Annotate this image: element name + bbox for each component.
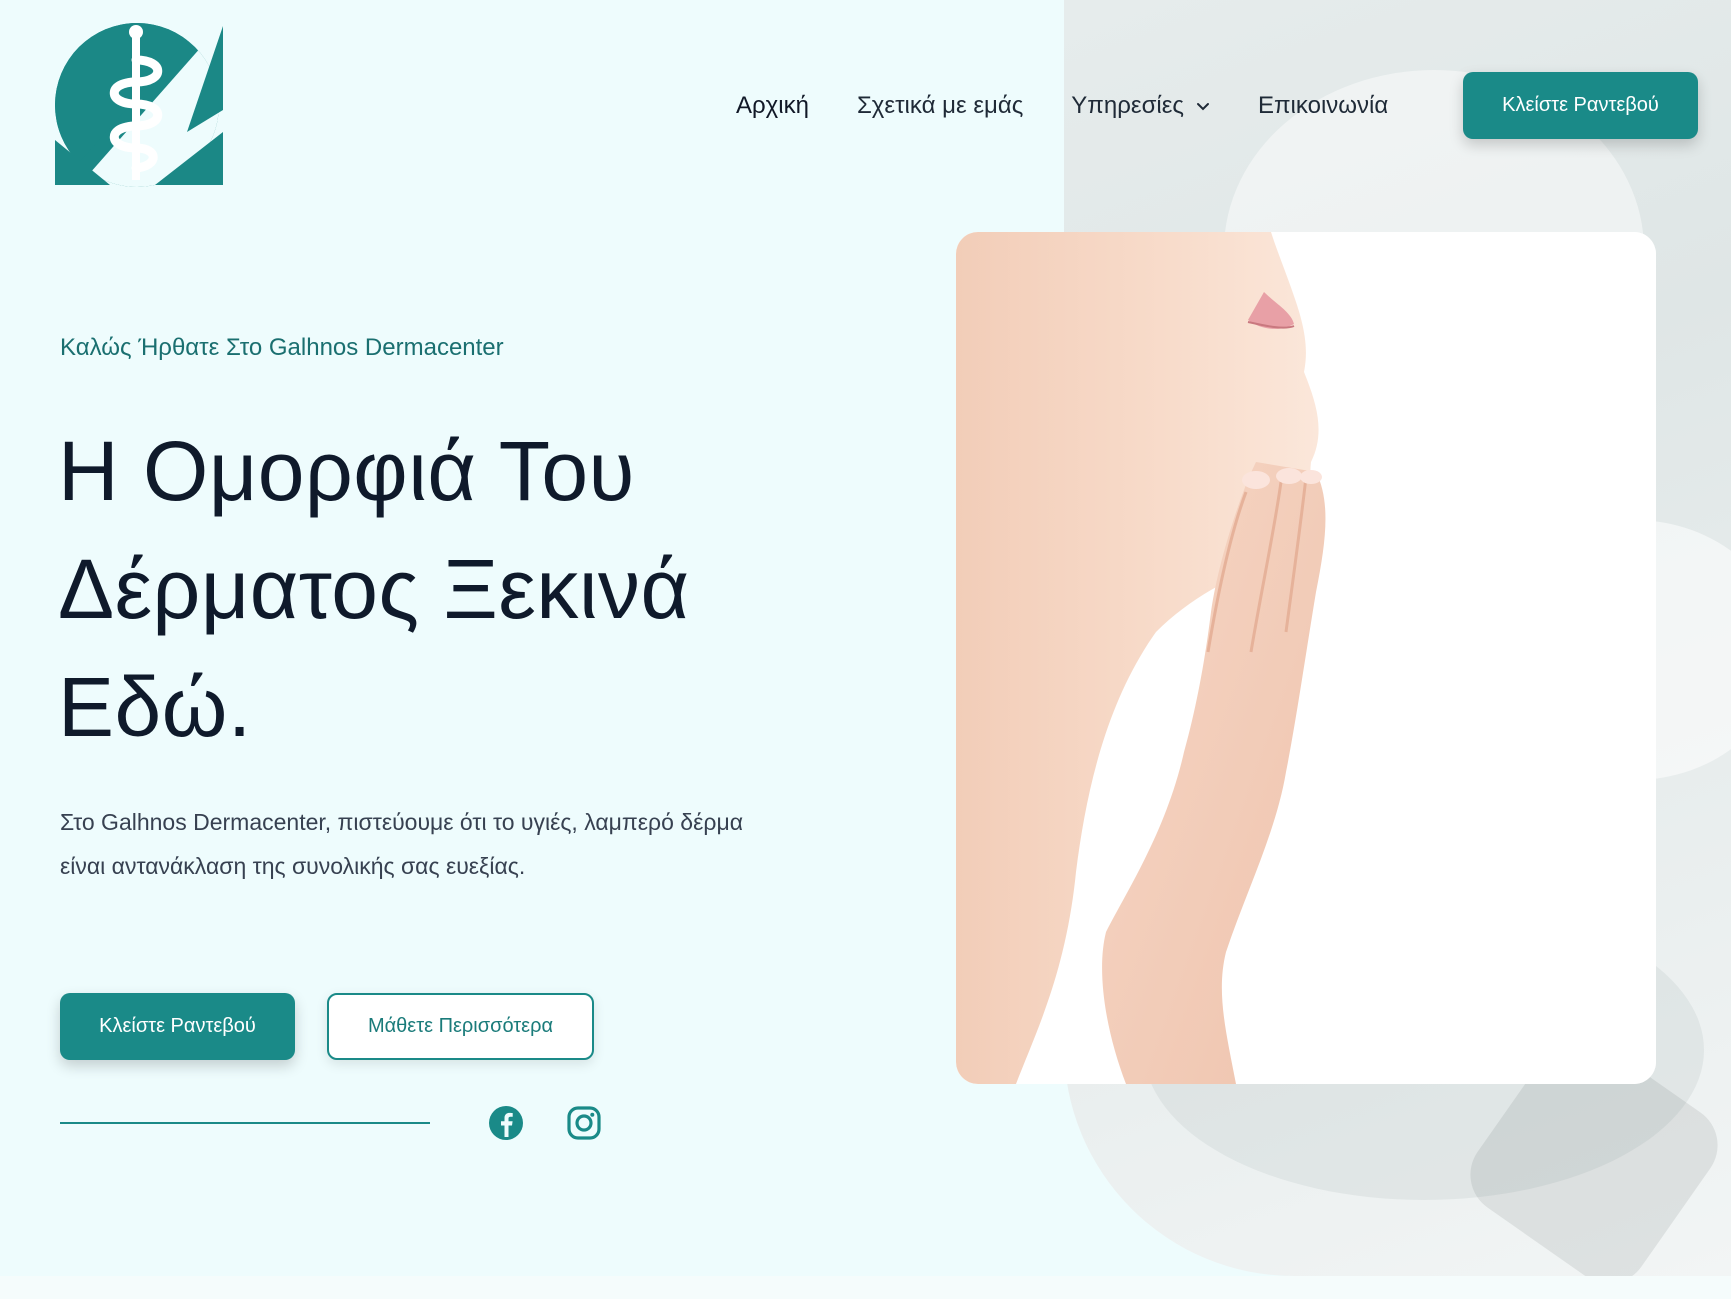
nav-item-label: Σχετικά με εμάς <box>856 92 1024 119</box>
headline-line: Εδώ. <box>58 660 252 754</box>
divider-line <box>60 1122 430 1124</box>
logo[interactable] <box>55 20 225 190</box>
learn-more-button[interactable]: Μάθετε Περισσότερα <box>327 993 594 1060</box>
nav-item-label: Υπηρεσίες <box>1071 92 1184 119</box>
hero-image <box>956 232 1656 1084</box>
instagram-icon[interactable] <box>565 1104 603 1142</box>
nav-item-label: Αρχική <box>736 92 809 119</box>
chevron-down-icon <box>1196 103 1209 111</box>
nav-item-home[interactable]: Αρχική <box>736 92 809 120</box>
nav-item-label: Επικοινωνία <box>1257 92 1389 119</box>
hero-headline: Η Ομορφιά Του Δέρματος Ξεκινά Εδώ. <box>58 412 818 766</box>
nav-item-services[interactable]: Υπηρεσίες <box>1071 92 1210 120</box>
headline-line: Η Ομορφιά Του <box>58 424 635 518</box>
description-line: Στο Galhnos Dermacenter, πιστεύουμε ότι … <box>60 809 743 835</box>
book-appointment-button[interactable]: Κλείστε Ραντεβού <box>60 993 295 1060</box>
main-nav: Αρχική Σχετικά με εμάς Υπηρεσίες Επικοιν… <box>736 78 1436 134</box>
nav-item-about[interactable]: Σχετικά με εμάς <box>857 92 1023 120</box>
headline-line: Δέρματος Ξεκινά <box>58 542 690 636</box>
book-appointment-header-button[interactable]: Κλείστε Ραντεβού <box>1463 72 1698 139</box>
hero-description: Στο Galhnos Dermacenter, πιστεύουμε ότι … <box>60 800 820 888</box>
facebook-icon[interactable] <box>487 1104 525 1142</box>
bottom-band <box>0 1276 1731 1299</box>
woman-neck-illustration <box>956 232 1656 1084</box>
nav-item-contact[interactable]: Επικοινωνία <box>1258 92 1388 120</box>
welcome-eyebrow: Καλώς Ήρθατε Στο Galhnos Dermacenter <box>60 334 504 361</box>
description-line: είναι αντανάκλαση της συνολικής σας ευεξ… <box>60 853 526 879</box>
